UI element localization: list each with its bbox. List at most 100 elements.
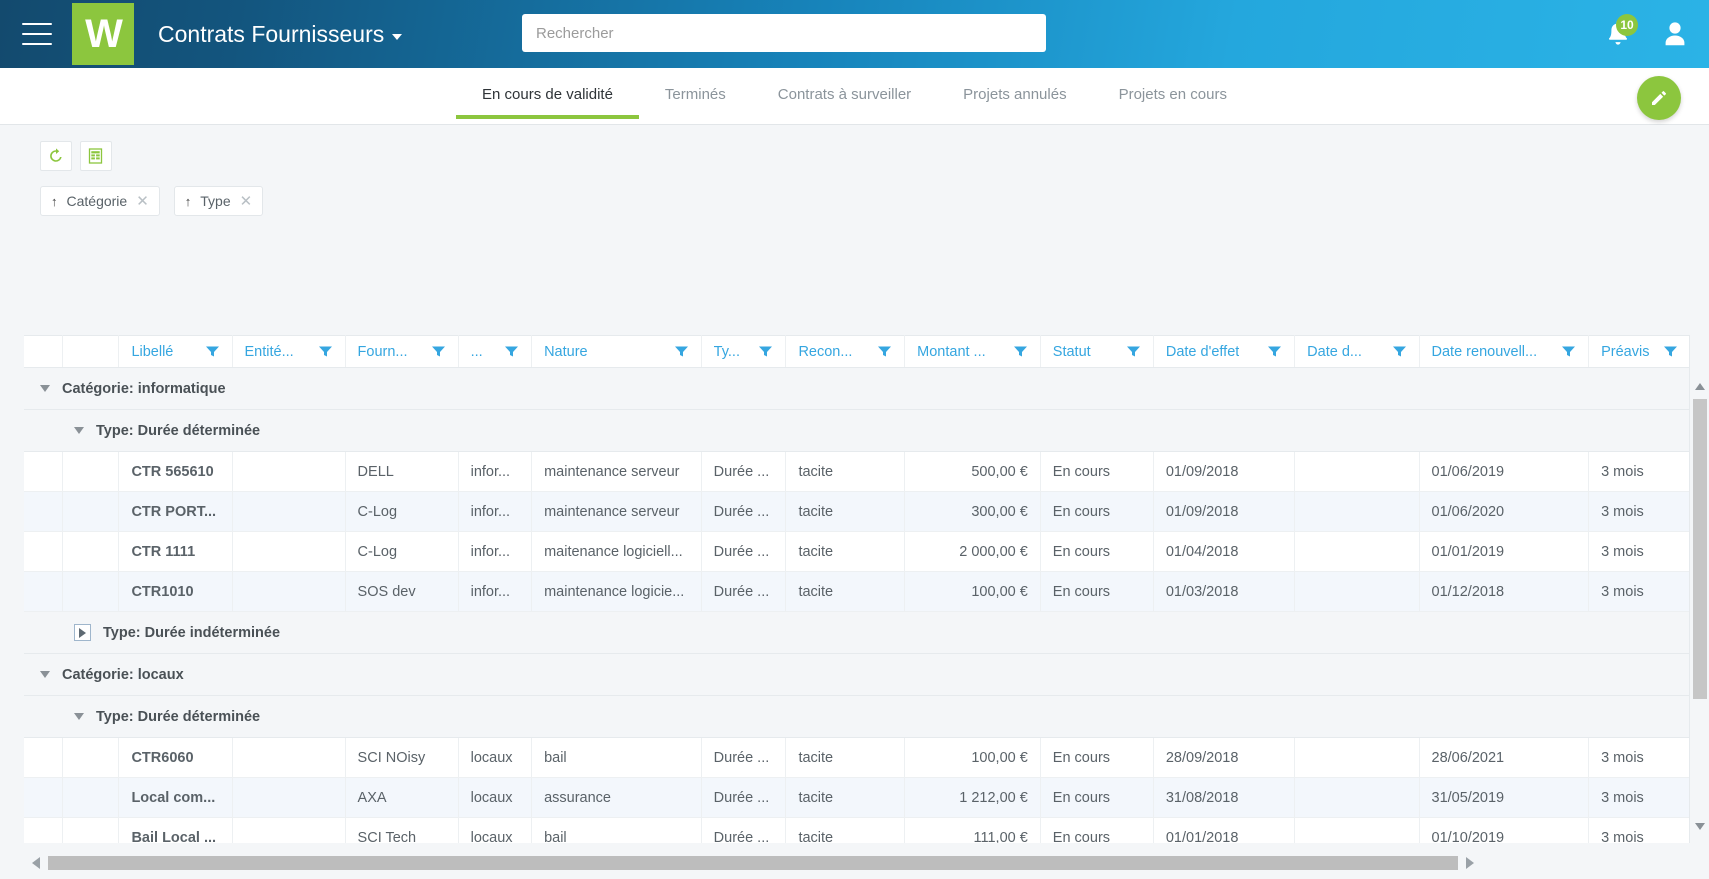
tab-contrats-a-surveiller[interactable]: Contrats à surveiller bbox=[752, 68, 937, 119]
tab-projets-annules[interactable]: Projets annulés bbox=[937, 68, 1092, 119]
column-header-blank-0[interactable] bbox=[24, 335, 63, 368]
column-header-recon[interactable]: Recon... bbox=[785, 335, 906, 368]
contract-link-cell[interactable]: Local com... bbox=[118, 777, 233, 818]
group-header-row[interactable]: Type: Durée déterminée bbox=[24, 695, 1689, 738]
app-logo[interactable]: W bbox=[72, 3, 134, 65]
group-header-row[interactable]: Catégorie: locaux bbox=[24, 653, 1689, 696]
filter-funnel-icon[interactable] bbox=[1561, 345, 1576, 358]
amount-cell: 100,00 € bbox=[904, 737, 1041, 778]
group-collapse-icon[interactable] bbox=[74, 713, 84, 720]
vertical-scroll-thumb[interactable] bbox=[1693, 399, 1707, 699]
table-row[interactable]: CTR 1111 C-Log infor... maitenance logiciel… bbox=[24, 531, 1689, 572]
scroll-down-button[interactable] bbox=[1690, 817, 1709, 835]
group-chip-categorie[interactable]: ↑ Catégorie ✕ bbox=[40, 186, 160, 216]
filter-funnel-icon[interactable] bbox=[1126, 345, 1141, 358]
scroll-left-button[interactable] bbox=[24, 847, 48, 879]
horizontal-scrollbar[interactable] bbox=[24, 847, 1689, 879]
table-cell: tacite bbox=[785, 817, 906, 843]
table-header-row: Libellé Entité... Fourn...... Nature Ty... Re… bbox=[24, 335, 1689, 368]
horizontal-scroll-thumb[interactable] bbox=[48, 856, 1458, 870]
filter-funnel-icon[interactable] bbox=[504, 345, 519, 358]
grid-toolbar bbox=[0, 125, 1709, 177]
tab-termines[interactable]: Terminés bbox=[639, 68, 752, 119]
user-avatar-icon bbox=[1665, 22, 1685, 46]
contract-link-cell[interactable]: CTR6060 bbox=[118, 737, 233, 778]
scroll-up-button[interactable] bbox=[1690, 377, 1709, 395]
table-row[interactable]: CTR 565610 DELL infor... maintenance serveu… bbox=[24, 451, 1689, 492]
group-collapse-icon[interactable] bbox=[40, 671, 50, 678]
app-title-dropdown[interactable]: Contrats Fournisseurs bbox=[158, 21, 403, 48]
table-cell bbox=[62, 817, 120, 843]
close-icon[interactable]: ✕ bbox=[136, 194, 149, 209]
filter-funnel-icon[interactable] bbox=[1663, 345, 1678, 358]
table-cell bbox=[62, 571, 120, 612]
export-excel-button[interactable] bbox=[80, 141, 112, 171]
column-header-blank-1[interactable] bbox=[62, 335, 120, 368]
amount-cell: 111,00 € bbox=[904, 817, 1041, 843]
table-cell: locaux bbox=[458, 817, 533, 843]
column-header-date-renouvell[interactable]: Date renouvell... bbox=[1419, 335, 1590, 368]
filter-funnel-icon[interactable] bbox=[318, 345, 333, 358]
contract-link-cell[interactable]: CTR 1111 bbox=[118, 531, 233, 572]
scroll-right-button[interactable] bbox=[1458, 847, 1482, 879]
table-cell: 01/12/2018 bbox=[1419, 571, 1590, 612]
filter-funnel-icon[interactable] bbox=[1267, 345, 1282, 358]
column-header-entit[interactable]: Entité... bbox=[232, 335, 346, 368]
table-cell: Durée ... bbox=[701, 817, 787, 843]
amount-cell: 100,00 € bbox=[904, 571, 1041, 612]
column-header-label: Date renouvell... bbox=[1431, 343, 1538, 360]
filter-funnel-icon[interactable] bbox=[431, 345, 446, 358]
group-header-row[interactable]: Type: Durée indéterminée bbox=[24, 611, 1689, 654]
notifications-button[interactable]: 10 bbox=[1603, 14, 1638, 50]
column-header-statut[interactable]: Statut bbox=[1040, 335, 1154, 368]
table-header: Libellé Entité... Fourn...... Nature Ty... Re… bbox=[24, 335, 1689, 368]
table-cell bbox=[232, 531, 346, 572]
data-grid: Libellé Entité... Fourn...... Nature Ty... Re… bbox=[24, 335, 1709, 879]
filter-funnel-icon[interactable] bbox=[877, 345, 892, 358]
filter-funnel-icon[interactable] bbox=[1013, 345, 1028, 358]
table-cell bbox=[232, 777, 346, 818]
column-header-fourn[interactable]: Fourn... bbox=[345, 335, 459, 368]
group-collapse-icon[interactable] bbox=[40, 385, 50, 392]
filter-funnel-icon[interactable] bbox=[205, 345, 220, 358]
tab-projets-en-cours[interactable]: Projets en cours bbox=[1093, 68, 1253, 119]
group-header-row[interactable]: Type: Durée déterminée bbox=[24, 409, 1689, 452]
filter-funnel-icon[interactable] bbox=[1392, 345, 1407, 358]
refresh-button[interactable] bbox=[40, 141, 72, 171]
table-row[interactable]: Bail Local ... SCI Tech locaux bail Durée ..… bbox=[24, 817, 1689, 843]
tab-en-cours-de-validite[interactable]: En cours de validité bbox=[456, 68, 639, 119]
column-header-ty[interactable]: Ty... bbox=[701, 335, 787, 368]
group-chip-type[interactable]: ↑ Type ✕ bbox=[173, 186, 264, 216]
column-header-[interactable]: ... bbox=[458, 335, 533, 368]
group-header-row[interactable]: Catégorie: informatique bbox=[24, 367, 1689, 410]
table-cell bbox=[24, 531, 63, 572]
table-cell bbox=[232, 571, 346, 612]
column-header-libell[interactable]: Libellé bbox=[118, 335, 233, 368]
column-header-date-d-effet[interactable]: Date d'effet bbox=[1153, 335, 1296, 368]
group-expand-button[interactable] bbox=[74, 624, 91, 641]
filter-funnel-icon[interactable] bbox=[758, 345, 773, 358]
filter-funnel-icon[interactable] bbox=[674, 345, 689, 358]
column-header-nature[interactable]: Nature bbox=[531, 335, 702, 368]
edit-fab-button[interactable] bbox=[1637, 76, 1681, 120]
contract-link-cell[interactable]: CTR 565610 bbox=[118, 451, 233, 492]
column-header-montant[interactable]: Montant ... bbox=[904, 335, 1041, 368]
table-cell: En cours bbox=[1040, 737, 1154, 778]
vertical-scrollbar[interactable] bbox=[1689, 335, 1709, 843]
table-row[interactable]: Local com... AXA locaux assurance Durée ... t… bbox=[24, 777, 1689, 818]
table-row[interactable]: CTR6060 SCI NOisy locaux bail Durée ... tacit… bbox=[24, 737, 1689, 778]
contract-link-cell[interactable]: Bail Local ... bbox=[118, 817, 233, 843]
table-cell: 01/01/2019 bbox=[1419, 531, 1590, 572]
column-header-date-d[interactable]: Date d... bbox=[1294, 335, 1420, 368]
close-icon[interactable]: ✕ bbox=[240, 194, 253, 209]
group-collapse-icon[interactable] bbox=[74, 427, 84, 434]
column-header-pr-avis[interactable]: Préavis bbox=[1588, 335, 1689, 368]
hamburger-menu-icon[interactable] bbox=[22, 23, 52, 45]
table-cell: 31/08/2018 bbox=[1153, 777, 1296, 818]
table-row[interactable]: CTR PORT... C-Log infor... maintenance serv… bbox=[24, 491, 1689, 532]
table-row[interactable]: CTR1010 SOS dev infor... maintenance logici… bbox=[24, 571, 1689, 612]
user-account-button[interactable] bbox=[1661, 19, 1689, 49]
contract-link-cell[interactable]: CTR1010 bbox=[118, 571, 233, 612]
search-input[interactable] bbox=[522, 14, 1046, 52]
contract-link-cell[interactable]: CTR PORT... bbox=[118, 491, 233, 532]
